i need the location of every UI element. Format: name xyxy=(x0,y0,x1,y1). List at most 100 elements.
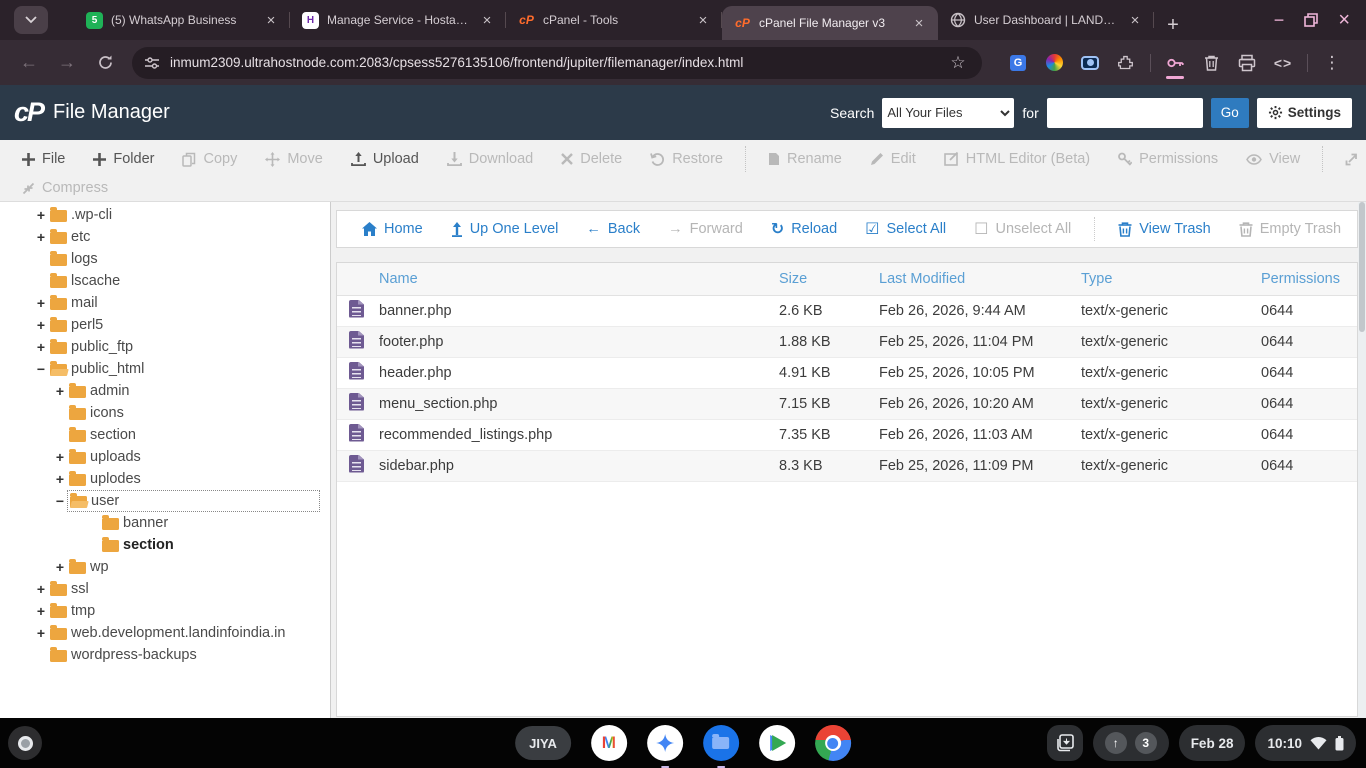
tree-item-section-bold[interactable]: section xyxy=(0,534,330,556)
expand-icon[interactable]: + xyxy=(53,471,67,487)
delete-button[interactable]: Delete xyxy=(549,147,634,171)
column-header-icon[interactable] xyxy=(337,263,375,295)
tree-item-logs[interactable]: logs xyxy=(0,248,330,270)
view-button[interactable]: View xyxy=(1234,147,1312,171)
download-button[interactable]: Download xyxy=(435,147,546,171)
column-header-modified[interactable]: Last Modified xyxy=(875,263,1077,295)
close-window-icon[interactable]: × xyxy=(1338,9,1350,32)
browser-back-icon[interactable]: ← xyxy=(13,47,45,79)
tree-item-wordpress-backups[interactable]: wordpress-backups xyxy=(0,644,330,666)
date-pill[interactable]: Feb 28 xyxy=(1179,725,1246,761)
tree-item-mail[interactable]: +mail xyxy=(0,292,330,314)
move-button[interactable]: Move xyxy=(253,147,334,171)
column-header-permissions[interactable]: Permissions xyxy=(1257,263,1357,295)
tab-file-manager-active[interactable]: cP cPanel File Manager v3 × xyxy=(722,6,938,40)
close-tab-icon[interactable]: × xyxy=(262,11,280,29)
tab-user-dashboard[interactable]: User Dashboard | LANDINFO × xyxy=(938,0,1154,40)
tree-item-wp[interactable]: +wp xyxy=(0,556,330,578)
files-app-button[interactable] xyxy=(703,725,739,761)
file-name[interactable]: sidebar.php xyxy=(375,450,775,481)
tree-item-uploads[interactable]: +uploads xyxy=(0,446,330,468)
compress-button[interactable]: Compress xyxy=(10,176,120,200)
expand-icon[interactable]: + xyxy=(34,339,48,355)
table-row-recommended-listings-php[interactable]: recommended_listings.php 7.35 KB Feb 26,… xyxy=(337,419,1357,450)
table-row-menu-section-php[interactable]: menu_section.php 7.15 KB Feb 26, 2026, 1… xyxy=(337,388,1357,419)
browser-forward-icon[interactable]: → xyxy=(51,47,83,79)
tab-cpanel-tools[interactable]: cP cPanel - Tools × xyxy=(506,0,722,40)
expand-icon[interactable]: + xyxy=(53,449,67,465)
tree-item-webdev-domain[interactable]: +web.development.landinfoindia.in xyxy=(0,622,330,644)
extract-button[interactable]: Extract xyxy=(1333,147,1366,171)
close-tab-icon[interactable]: × xyxy=(478,11,496,29)
empty-trash-button[interactable]: Empty Trash xyxy=(1226,221,1354,237)
reload-button[interactable]: ↻ Reload xyxy=(758,219,850,239)
settings-button[interactable]: Settings xyxy=(1257,98,1352,128)
browser-reload-icon[interactable] xyxy=(89,47,121,79)
gemini-app-button[interactable] xyxy=(647,725,683,761)
minimize-window-icon[interactable]: − xyxy=(1274,10,1285,31)
tree-item-wp-cli[interactable]: +.wp-cli xyxy=(0,204,330,226)
tree-item-lscache[interactable]: lscache xyxy=(0,270,330,292)
expand-icon[interactable]: + xyxy=(34,625,48,641)
tree-item-tmp[interactable]: +tmp xyxy=(0,600,330,622)
account-pill[interactable]: JIYA xyxy=(515,726,571,760)
expand-icon[interactable]: + xyxy=(34,207,48,223)
file-name[interactable]: recommended_listings.php xyxy=(375,419,775,450)
browser-menu-icon[interactable]: ⋮ xyxy=(1317,48,1347,78)
extensions-puzzle-icon[interactable] xyxy=(1111,48,1141,78)
select-all-button[interactable]: ☑ Select All xyxy=(852,219,959,239)
restore-button[interactable]: Restore xyxy=(638,147,735,171)
home-button[interactable]: Home xyxy=(349,221,436,237)
address-bar[interactable]: inmum2309.ultrahostnode.com:2083/cpsess5… xyxy=(132,47,982,79)
expand-icon[interactable]: + xyxy=(34,229,48,245)
search-go-button[interactable]: Go xyxy=(1211,98,1249,128)
expand-icon[interactable]: + xyxy=(34,581,48,597)
site-settings-icon[interactable] xyxy=(144,55,160,71)
page-scrollbar[interactable] xyxy=(1358,202,1366,718)
unselect-all-button[interactable]: ☐ Unselect All xyxy=(961,219,1084,239)
status-tray[interactable]: 10:10 xyxy=(1255,725,1356,761)
print-icon[interactable] xyxy=(1232,48,1262,78)
close-tab-icon[interactable]: × xyxy=(694,11,712,29)
forward-button[interactable]: → Forward xyxy=(655,221,756,237)
rename-button[interactable]: Rename xyxy=(756,147,854,171)
tree-item-banner[interactable]: banner xyxy=(0,512,330,534)
play-store-app-button[interactable] xyxy=(759,725,795,761)
file-name[interactable]: footer.php xyxy=(375,326,775,357)
new-tab-button[interactable]: + xyxy=(1158,10,1188,40)
tree-item-admin[interactable]: +admin xyxy=(0,380,330,402)
collapse-icon[interactable]: − xyxy=(53,493,67,509)
table-row-footer-php[interactable]: footer.php 1.88 KB Feb 25, 2026, 11:04 P… xyxy=(337,326,1357,357)
new-file-button[interactable]: File xyxy=(10,147,77,171)
screen-capture-tray-button[interactable] xyxy=(1047,725,1083,761)
screen-recorder-extension-icon[interactable] xyxy=(1075,48,1105,78)
collapse-icon[interactable]: − xyxy=(34,361,48,377)
notifications-pill[interactable]: ↑ 3 xyxy=(1093,725,1169,761)
launcher-button[interactable] xyxy=(8,726,42,760)
developer-code-icon[interactable]: <> xyxy=(1268,48,1298,78)
tree-item-ssl[interactable]: +ssl xyxy=(0,578,330,600)
file-name[interactable]: menu_section.php xyxy=(375,388,775,419)
tree-item-icons[interactable]: icons xyxy=(0,402,330,424)
chrome-app-button[interactable] xyxy=(815,725,851,761)
view-trash-button[interactable]: View Trash xyxy=(1105,221,1223,237)
tab-whatsapp[interactable]: 5 (5) WhatsApp Business × xyxy=(74,0,290,40)
search-input[interactable] xyxy=(1047,98,1203,128)
expand-icon[interactable]: + xyxy=(53,383,67,399)
close-tab-icon[interactable]: × xyxy=(910,14,928,32)
up-one-level-button[interactable]: Up One Level xyxy=(438,221,572,237)
upload-button[interactable]: Upload xyxy=(339,147,431,171)
delete-browsing-data-icon[interactable] xyxy=(1196,48,1226,78)
table-row-header-php[interactable]: header.php 4.91 KB Feb 25, 2026, 10:05 P… xyxy=(337,357,1357,388)
column-header-size[interactable]: Size xyxy=(775,263,875,295)
edit-button[interactable]: Edit xyxy=(858,147,928,171)
tree-item-etc[interactable]: +etc xyxy=(0,226,330,248)
password-key-icon[interactable] xyxy=(1160,48,1190,78)
permissions-button[interactable]: Permissions xyxy=(1106,147,1230,171)
restore-window-icon[interactable] xyxy=(1304,13,1318,27)
new-folder-button[interactable]: Folder xyxy=(81,147,166,171)
url-text[interactable]: inmum2309.ultrahostnode.com:2083/cpsess5… xyxy=(170,55,940,70)
tree-item-public-html[interactable]: −public_html xyxy=(0,358,330,380)
color-wheel-extension-icon[interactable] xyxy=(1039,48,1069,78)
bookmark-star-icon[interactable]: ☆ xyxy=(943,48,973,78)
